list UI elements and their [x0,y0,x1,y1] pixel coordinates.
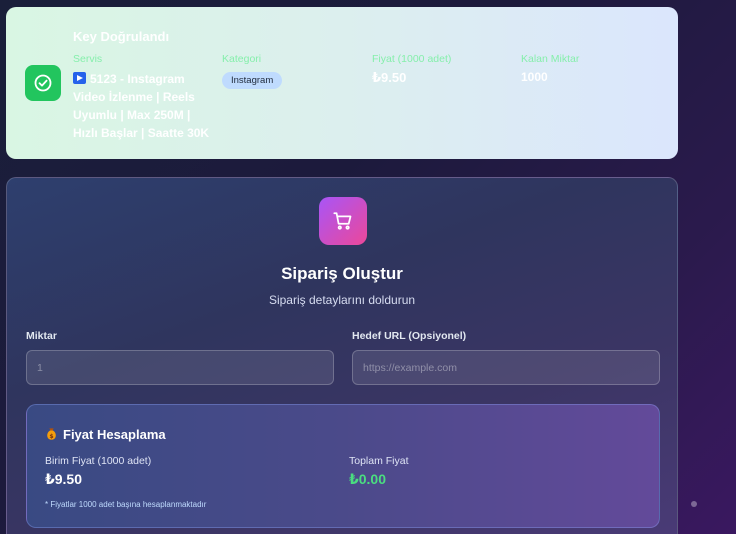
key-card-title: Key Doğrulandı [73,29,170,44]
unit-price-label: Birim Fiyat (1000 adet) [45,455,152,467]
quantity-input[interactable] [26,350,334,385]
category-label: Kategori [222,53,262,65]
service-label: Servis [73,53,103,65]
service-value: 5123 - Instagram Video İzlenme | Reels U… [73,72,210,140]
stock-label: Kalan Miktar [521,53,580,65]
price-note: * Fiyatlar 1000 adet başına hesaplanmakt… [45,500,207,509]
price-value: ₺9.50 [372,70,407,85]
money-bag-icon: $ [47,428,56,440]
decorative-dot [691,501,697,507]
total-price-label: Toplam Fiyat [349,455,409,467]
price-label: Fiyat (1000 adet) [372,53,452,65]
price-calc-title: Fiyat Hesaplama [63,427,166,442]
check-circle-icon [25,65,61,101]
service-column: Servis 5123 - Instagram Video İzlenme | … [73,53,213,142]
stock-value: 1000 [521,70,548,84]
unit-price-column: Birim Fiyat (1000 adet) ₺9.50 [45,455,151,488]
target-url-input[interactable] [352,350,660,385]
total-price-column: Toplam Fiyat ₺0.00 [349,455,409,488]
shopping-cart-icon [319,197,367,245]
svg-text:$: $ [49,433,53,440]
category-badge: Instagram [222,72,283,89]
quantity-label: Miktar [26,330,57,342]
url-label: Hedef URL (Opsiyonel) [352,330,467,342]
play-badge-icon [73,72,86,84]
category-column: Kategori Instagram [222,53,283,89]
stock-column: Kalan Miktar 1000 [521,53,579,84]
order-title: Sipariş Oluştur [281,264,403,283]
order-subtitle: Sipariş detaylarını doldurun [268,293,416,307]
price-calculation-panel: $ Fiyat Hesaplama Birim Fiyat (1000 adet… [26,404,660,528]
total-price-value: ₺0.00 [349,471,386,487]
order-form-card: Sipariş Oluştur Sipariş detaylarını dold… [6,177,678,534]
price-column: Fiyat (1000 adet) ₺9.50 [372,53,451,86]
unit-price-value: ₺9.50 [45,471,82,487]
key-verified-card: Key Doğrulandı Servis 5123 - Instagram V… [6,7,678,159]
